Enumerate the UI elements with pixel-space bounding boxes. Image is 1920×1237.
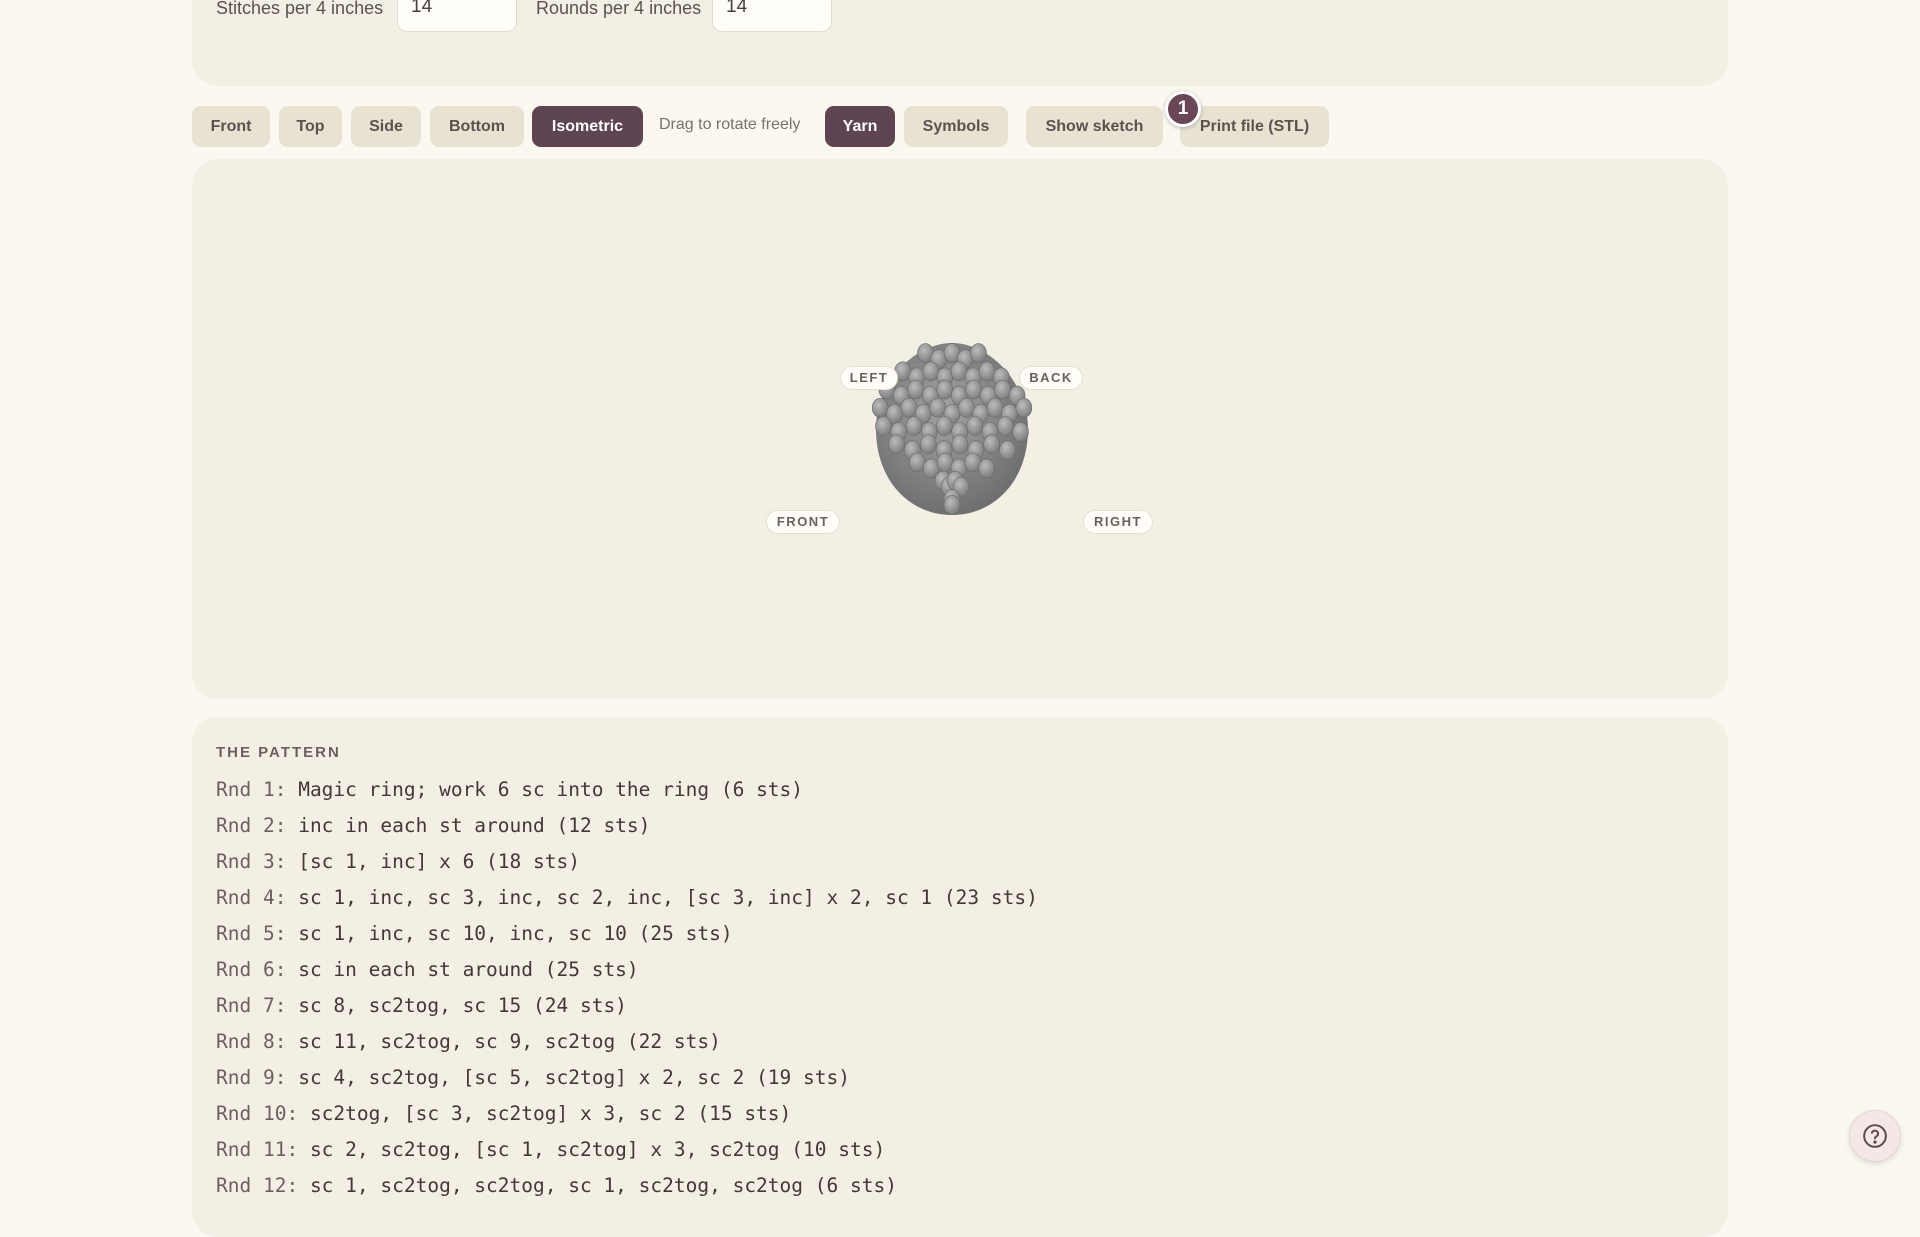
pattern-round: Rnd 9: sc 4, sc2tog, [sc 5, sc2tog] x 2,… [216,1060,1038,1096]
drag-rotate-hint: Drag to rotate freely [659,116,801,133]
round-instructions: sc 11, sc2tog, sc 9, sc2tog (22 sts) [298,1030,721,1053]
view-bottom-button[interactable]: Bottom [430,106,524,147]
round-instructions: sc 2, sc2tog, [sc 1, sc2tog] x 3, sc2tog… [309,1138,886,1161]
pattern-round: Rnd 5: sc 1, inc, sc 10, inc, sc 10 (25 … [216,916,1038,952]
help-button[interactable] [1849,1110,1901,1162]
round-instructions: inc in each st around (12 sts) [298,814,651,837]
round-label: Rnd 2: [216,814,287,837]
pattern-round: Rnd 3: [sc 1, inc] x 6 (18 sts) [216,844,1038,880]
pattern-round: Rnd 12: sc 1, sc2tog, sc2tog, sc 1, sc2t… [216,1168,1038,1204]
round-instructions: sc 1, inc, sc 3, inc, sc 2, inc, [sc 3, … [298,886,1038,909]
round-label: Rnd 8: [216,1030,287,1053]
model-viewer[interactable]: LEFT BACK FRONT RIGHT [192,159,1728,699]
round-label: Rnd 10: [216,1102,299,1125]
round-label: Rnd 1: [216,778,287,801]
pattern-round: Rnd 8: sc 11, sc2tog, sc 9, sc2tog (22 s… [216,1024,1038,1060]
round-label: Rnd 11: [216,1138,299,1161]
round-instructions: sc2tog, [sc 3, sc2tog] x 3, sc 2 (15 sts… [309,1102,792,1125]
rounds-per-4in-label: Rounds per 4 inches [536,0,702,18]
round-label: Rnd 6: [216,958,287,981]
gauge-panel: Stitches per 4 inches Rounds per 4 inche… [192,0,1728,86]
rounds-per-4in-input[interactable] [712,0,832,32]
pattern-round: Rnd 2: inc in each st around (12 sts) [216,808,1038,844]
round-instructions: sc 4, sc2tog, [sc 5, sc2tog] x 2, sc 2 (… [298,1066,850,1089]
round-instructions: sc 1, inc, sc 10, inc, sc 10 (25 sts) [298,922,733,945]
view-side-button[interactable]: Side [351,106,421,147]
view-isometric-button[interactable]: Isometric [532,106,643,147]
round-instructions: [sc 1, inc] x 6 (18 sts) [298,850,580,873]
question-circle-icon [1863,1124,1887,1148]
view-front-button[interactable]: Front [192,106,270,147]
stitches-per-4in-label: Stitches per 4 inches [216,0,384,18]
direction-label-front: FRONT [766,510,840,534]
round-label: Rnd 7: [216,994,287,1017]
round-instructions: sc in each st around (25 sts) [298,958,639,981]
pattern-round: Rnd 1: Magic ring; work 6 sc into the ri… [216,772,1038,808]
pattern-heading: THE PATTERN [216,744,341,761]
show-sketch-button[interactable]: Show sketch [1026,106,1163,147]
pattern-round: Rnd 10: sc2tog, [sc 3, sc2tog] x 3, sc 2… [216,1096,1038,1132]
mode-yarn-button[interactable]: Yarn [825,106,895,147]
round-label: Rnd 9: [216,1066,287,1089]
view-top-button[interactable]: Top [279,106,342,147]
pattern-rounds-list: Rnd 1: Magic ring; work 6 sc into the ri… [216,772,1038,1204]
stitches-per-4in-input[interactable] [397,0,517,32]
round-label: Rnd 4: [216,886,287,909]
round-label: Rnd 3: [216,850,287,873]
round-instructions: Magic ring; work 6 sc into the ring (6 s… [298,778,804,801]
round-label: Rnd 12: [216,1174,299,1197]
step-badge: 1 [1165,91,1201,127]
direction-label-left: LEFT [840,366,898,390]
pattern-round: Rnd 4: sc 1, inc, sc 3, inc, sc 2, inc, … [216,880,1038,916]
direction-label-right: RIGHT [1083,510,1153,534]
pattern-panel: THE PATTERN Rnd 1: Magic ring; work 6 sc… [192,717,1728,1237]
print-file-stl-button[interactable]: Print file (STL) [1180,106,1329,147]
round-instructions: sc 8, sc2tog, sc 15 (24 sts) [298,994,627,1017]
mode-symbols-button[interactable]: Symbols [904,106,1008,147]
direction-label-back: BACK [1019,366,1083,390]
round-label: Rnd 5: [216,922,287,945]
round-instructions: sc 1, sc2tog, sc2tog, sc 1, sc2tog, sc2t… [309,1174,897,1197]
pattern-round: Rnd 11: sc 2, sc2tog, [sc 1, sc2tog] x 3… [216,1132,1038,1168]
pattern-round: Rnd 7: sc 8, sc2tog, sc 15 (24 sts) [216,988,1038,1024]
pattern-round: Rnd 6: sc in each st around (25 sts) [216,952,1038,988]
yarn-model[interactable] [872,339,1032,529]
